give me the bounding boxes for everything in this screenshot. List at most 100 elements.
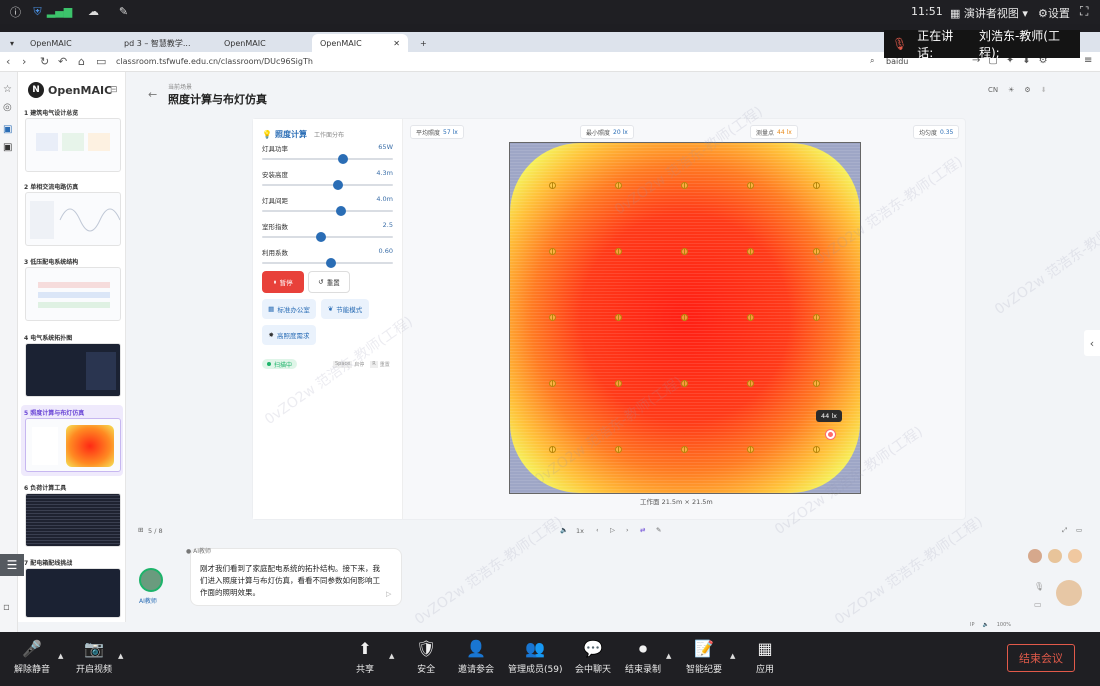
slide-title-3[interactable]: 3 低压配电系统结构 <box>24 257 78 266</box>
slider-knob[interactable] <box>332 180 343 190</box>
slider-track[interactable] <box>262 154 393 164</box>
language-toggle[interactable]: CN <box>988 86 998 94</box>
play-icon[interactable]: ▷ <box>610 526 615 534</box>
chat-icon[interactable]: ▭ <box>1076 526 1082 534</box>
right-collapse-button[interactable]: ‹ <box>1084 330 1100 356</box>
manage-members-button[interactable]: 👥 管理成员(59) <box>508 640 562 676</box>
avatar[interactable] <box>1056 580 1082 606</box>
slide-thumb-6[interactable] <box>25 493 121 547</box>
pen-icon[interactable]: ✎ <box>656 526 661 534</box>
chevron-up-icon[interactable]: ▲ <box>118 652 123 660</box>
loop-icon[interactable]: ⇄ <box>640 526 645 534</box>
download-icon[interactable]: ⬇ <box>1041 86 1047 94</box>
menu-icon[interactable]: ≡ <box>1084 55 1092 66</box>
undo-icon[interactable]: ↶ <box>58 55 67 68</box>
expand-icon[interactable]: ⤢ <box>1062 526 1067 535</box>
volume-icon[interactable]: 🔈 <box>560 526 568 534</box>
slider-track[interactable] <box>262 206 393 216</box>
avatar[interactable] <box>1048 549 1062 563</box>
slide-thumb-4[interactable] <box>25 343 121 397</box>
replay-icon[interactable]: ▷ <box>386 590 391 598</box>
slider-knob[interactable] <box>338 154 349 164</box>
tab-2[interactable]: pd 3 – 智慧教学... <box>116 34 212 52</box>
slide-title-2[interactable]: 2 单相交流电路仿真 <box>24 182 78 191</box>
apps-button[interactable]: ▦ 应用 <box>756 640 774 676</box>
comment-icon[interactable]: ▭ <box>1034 600 1042 609</box>
presenter-view-button[interactable]: ▦ 演讲者视图 ▾ <box>950 5 1028 21</box>
settings-button[interactable]: ⚙设置 <box>1038 5 1070 21</box>
preset-office-button[interactable]: ▦ 标准办公室 <box>262 299 316 319</box>
slide-title-5[interactable]: 5 照度计算与布灯仿真 <box>24 408 84 417</box>
shield-icon[interactable]: ⛨ <box>30 4 45 19</box>
unmute-button[interactable]: 🎤 解除静音 <box>14 640 50 676</box>
close-icon[interactable]: ✕ <box>393 39 400 48</box>
panel-icon[interactable]: ▫ <box>3 602 10 613</box>
slider-track[interactable] <box>262 258 393 268</box>
star-icon[interactable]: ☆ <box>3 84 12 95</box>
slide-title-1[interactable]: 1 建筑电气设计总览 <box>24 108 78 117</box>
mic-icon[interactable]: 🎙 <box>1034 582 1044 591</box>
back-arrow-icon[interactable]: ← <box>148 88 157 101</box>
sun-icon[interactable]: ☀ <box>1008 86 1014 94</box>
slide-thumb-5[interactable] <box>25 418 121 472</box>
chevron-up-icon[interactable]: ▲ <box>730 652 735 660</box>
url-field[interactable]: classroom.tsfwufe.edu.cn/classroom/DUc96… <box>116 57 313 66</box>
preset-high-button[interactable]: ✸ 高照度需求 <box>262 325 316 345</box>
new-tab-button[interactable]: + <box>412 34 430 52</box>
note-icon[interactable]: ✎ <box>116 4 131 19</box>
smart-notes-button[interactable]: 📝 智能纪要 <box>686 640 722 676</box>
left-menu-button[interactable]: ☰ <box>0 554 24 576</box>
info-icon[interactable]: ⓘ <box>8 4 23 19</box>
pause-button[interactable]: ⏸ 暂停 <box>262 271 304 293</box>
slider-knob[interactable] <box>315 232 326 242</box>
home-icon[interactable]: ⌂ <box>78 55 85 68</box>
save-icon[interactable]: ▭ <box>96 55 106 68</box>
gear-icon[interactable]: ⚙ <box>1024 86 1030 94</box>
ai-teacher-avatar[interactable] <box>139 568 163 592</box>
tab-1[interactable]: OpenMAIC <box>22 34 116 52</box>
security-button[interactable]: 🛡 安全 <box>416 640 436 676</box>
illuminance-heatmap[interactable] <box>509 142 861 494</box>
prev-icon[interactable]: ‹ <box>596 526 599 534</box>
globe-icon[interactable]: ◎ <box>3 102 12 113</box>
tab-menu-icon[interactable]: ▾ <box>2 34 18 52</box>
slider-knob[interactable] <box>326 258 337 268</box>
chevron-up-icon[interactable]: ▲ <box>58 652 63 660</box>
app2-icon[interactable]: ▣ <box>3 142 12 153</box>
cloud-icon[interactable]: ☁ <box>86 4 101 19</box>
fullscreen-icon[interactable]: ⛶ <box>1080 4 1088 19</box>
back-icon[interactable]: ‹ <box>6 55 10 68</box>
avatar[interactable] <box>1028 549 1042 563</box>
slide-thumb-1[interactable] <box>25 118 121 172</box>
slide-thumb-7[interactable] <box>25 568 121 618</box>
slider-knob[interactable] <box>335 206 346 216</box>
end-meeting-button[interactable]: 结束会议 <box>1007 644 1075 672</box>
tab-3[interactable]: OpenMAIC <box>216 34 310 52</box>
slide-thumb-3[interactable] <box>25 267 121 321</box>
chat-button[interactable]: 💬 会中聊天 <box>575 640 611 676</box>
preset-eco-button[interactable]: ❦ 节能模式 <box>321 299 369 319</box>
stop-recording-button[interactable]: ⏺ 结束录制 <box>625 640 661 676</box>
chevron-up-icon[interactable]: ▲ <box>389 652 394 660</box>
search-field[interactable]: baidu <box>886 57 908 66</box>
reset-button[interactable]: ↺ 重置 <box>308 271 350 293</box>
slide-title-4[interactable]: 4 电气系统拓扑图 <box>24 333 72 342</box>
slider-track[interactable] <box>262 180 393 190</box>
slide-title-7[interactable]: 7 配电箱配线挑战 <box>24 558 72 567</box>
layout-icon[interactable]: ⊞ <box>138 526 143 534</box>
share-button[interactable]: ⬆ 共享 <box>356 640 374 676</box>
collapse-icon[interactable]: ⊟ <box>110 85 118 95</box>
slider-track[interactable] <box>262 232 393 242</box>
speaker-icon[interactable]: 🔈 <box>983 622 989 628</box>
reload-icon[interactable]: ↻ <box>40 55 49 68</box>
slide-title-6[interactable]: 6 负荷计算工具 <box>24 483 66 492</box>
app-icon[interactable]: ▣ <box>3 124 12 135</box>
forward-icon[interactable]: › <box>22 55 26 68</box>
speed-button[interactable]: 1x <box>576 527 584 535</box>
chevron-up-icon[interactable]: ▲ <box>666 652 671 660</box>
next-icon[interactable]: › <box>626 526 629 534</box>
start-video-button[interactable]: 📷 开启视频 <box>76 640 112 676</box>
probe-marker[interactable] <box>826 430 835 439</box>
tab-4-active[interactable]: OpenMAIC ✕ <box>312 34 408 52</box>
avatar[interactable] <box>1068 549 1082 563</box>
